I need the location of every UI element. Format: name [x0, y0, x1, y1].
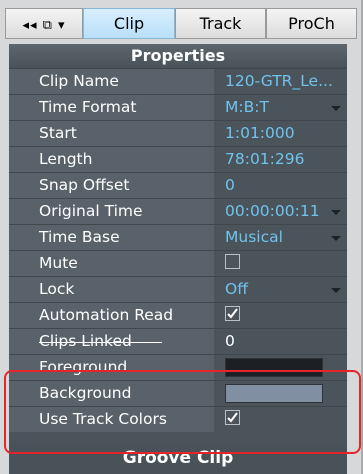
property-row-snap-offset: Snap Offset 0: [9, 172, 347, 198]
tab-proch-label: ProCh: [288, 14, 335, 33]
length-field[interactable]: 78:01:296: [215, 147, 347, 172]
property-row-length: Length 78:01:296: [9, 146, 347, 172]
clip-name-field[interactable]: 120-GTR_Le...: [215, 69, 347, 94]
property-label: Length: [9, 147, 214, 172]
property-row-mute: Mute: [9, 250, 347, 276]
lock-select[interactable]: Off: [215, 277, 347, 302]
property-label: Time Format: [9, 95, 214, 120]
time-format-select[interactable]: M:B:T: [215, 95, 347, 120]
property-label: Automation Read: [9, 303, 214, 328]
property-label: Start: [9, 121, 214, 146]
chevron-down-icon: [331, 106, 341, 111]
strikethrough-line: [39, 342, 162, 343]
property-label: Lock: [9, 277, 214, 302]
highlight-annotation-box: [4, 370, 361, 454]
tab-clip[interactable]: Clip: [83, 8, 175, 39]
clips-linked-value: 0: [215, 329, 347, 354]
inspector-controls-icons: ◂◂ ⧉ ▾: [22, 18, 66, 33]
tab-proch[interactable]: ProCh: [266, 8, 357, 39]
time-base-value: Musical: [225, 228, 283, 246]
original-time-value: 00:00:00:11: [225, 202, 320, 220]
tab-track[interactable]: Track: [175, 8, 266, 39]
properties-header[interactable]: Properties: [9, 44, 347, 68]
automation-read-checkbox[interactable]: [225, 306, 240, 321]
chevron-down-icon: [331, 236, 341, 241]
inspector-tab-bar: ◂◂ ⧉ ▾ Clip Track ProCh: [5, 6, 357, 41]
inspector-controls-tab[interactable]: ◂◂ ⧉ ▾: [5, 8, 83, 39]
property-row-clips-linked: Clips Linked 0: [9, 328, 347, 354]
start-field[interactable]: 1:01:000: [215, 121, 347, 146]
tab-track-label: Track: [199, 14, 242, 33]
inspector-frame: ◂◂ ⧉ ▾ Clip Track ProCh Properties Clip …: [0, 0, 363, 474]
mute-checkbox[interactable]: [225, 254, 240, 269]
checkmark-icon: [227, 308, 238, 319]
snap-offset-field[interactable]: 0: [215, 173, 347, 198]
property-label: Time Base: [9, 225, 214, 250]
chevron-down-icon: [331, 288, 341, 293]
time-format-value: M:B:T: [225, 98, 269, 116]
chevron-down-icon: [331, 210, 341, 215]
property-row-clip-name: Clip Name 120-GTR_Le...: [9, 68, 347, 94]
property-label: Original Time: [9, 199, 214, 224]
property-row-original-time: Original Time 00:00:00:11: [9, 198, 347, 224]
lock-value: Off: [225, 280, 248, 298]
property-row-lock: Lock Off: [9, 276, 347, 302]
property-label: Snap Offset: [9, 173, 214, 198]
property-row-time-base: Time Base Musical: [9, 224, 347, 250]
property-label: Clip Name: [9, 69, 214, 94]
tab-clip-label: Clip: [113, 14, 145, 33]
automation-read-cell: [215, 303, 347, 328]
property-row-automation-read: Automation Read: [9, 302, 347, 328]
original-time-select[interactable]: 00:00:00:11: [215, 199, 347, 224]
property-row-start: Start 1:01:000: [9, 120, 347, 146]
time-base-select[interactable]: Musical: [215, 225, 347, 250]
property-row-time-format: Time Format M:B:T: [9, 94, 347, 120]
property-label: Mute: [9, 251, 214, 276]
mute-cell: [215, 251, 347, 276]
